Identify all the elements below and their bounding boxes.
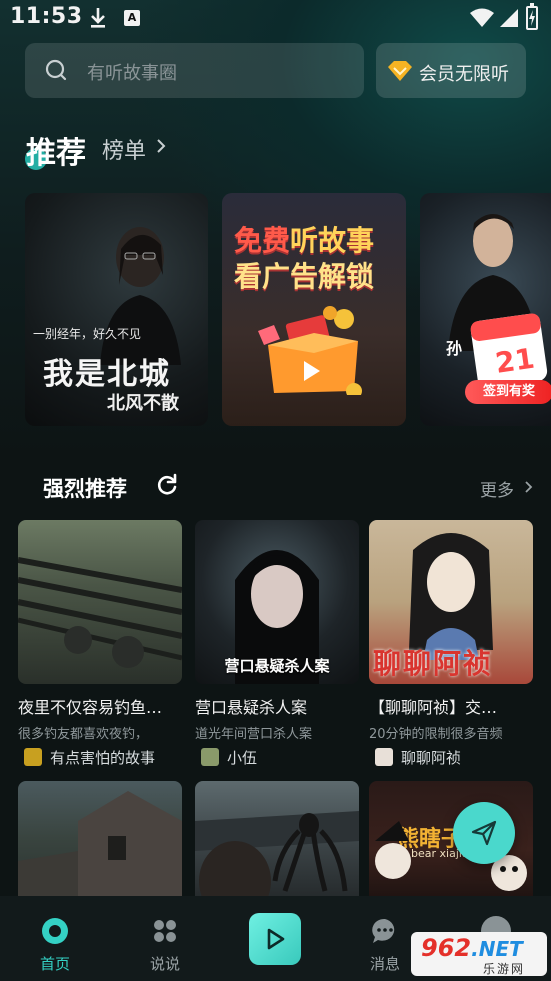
sign-in-badge: 签到有奖 — [465, 380, 551, 404]
nav-label: 说说 — [149, 955, 180, 973]
banner-char: 孙 — [446, 339, 463, 358]
banner-line2: 看广告解锁 — [234, 260, 375, 293]
calendar-day: 21 — [493, 342, 536, 380]
story-card[interactable]: 夜里不仅容易钓鱼… 很多钓友都喜欢夜钓， 有点害怕的故事 — [18, 520, 182, 767]
cover-caption: 聊聊阿祯 — [373, 647, 494, 680]
clover-icon — [154, 920, 176, 942]
message-icon — [372, 918, 395, 943]
story-cover: 聊聊阿祯 — [369, 520, 533, 684]
ruined-house-illustration — [18, 791, 182, 896]
banner-title: 我是北城 — [43, 357, 171, 392]
nav-label: 首页 — [39, 955, 70, 973]
search-bar[interactable]: 有听故事圈 — [25, 43, 364, 98]
vip-button[interactable]: 会员无限听 — [376, 43, 526, 98]
story-title: 夜里不仅容易钓鱼… — [18, 698, 163, 717]
story-author[interactable]: 小伍 — [195, 747, 359, 767]
avatar — [201, 748, 219, 766]
chevron-right-icon — [157, 139, 166, 153]
status-bar: 11:53 A — [0, 0, 551, 38]
banner-caption: 一别经年，好久不见 — [33, 327, 142, 341]
site-watermark: 962.NET 乐游网 — [411, 932, 547, 976]
story-desc: 道光年间营口杀人案 — [195, 727, 313, 742]
section-title: 强烈推荐 — [43, 477, 127, 501]
a-notification-icon: A — [124, 10, 140, 26]
tab-ranking[interactable]: 榜单 — [102, 133, 146, 165]
banner-beicheng[interactable]: 一别经年，好久不见 我是北城 北风不散 — [25, 193, 208, 426]
watermark-brand: 962.NET — [421, 934, 523, 962]
story-author[interactable]: 有点害怕的故事 — [18, 747, 182, 767]
diamond-icon — [388, 61, 412, 81]
refresh-icon[interactable] — [155, 473, 179, 497]
banner-line1: 免费听故事 — [234, 219, 374, 259]
nav-home[interactable]: 首页 — [15, 896, 95, 981]
story-author[interactable]: 聊聊阿祯 — [369, 747, 533, 767]
search-placeholder: 有听故事圈 — [87, 63, 177, 84]
nav-shuoshuo[interactable]: 说说 — [125, 896, 205, 981]
publish-button[interactable] — [453, 802, 515, 864]
play-icon — [267, 928, 285, 950]
banner-sign-in[interactable]: 孙 21 签到有奖 — [420, 193, 551, 426]
story-card[interactable]: 营口悬疑杀人案 营口悬疑杀人案 道光年间营口杀人案 小伍 — [195, 520, 359, 767]
person-silhouette — [100, 227, 181, 365]
battery-icon — [526, 3, 538, 30]
download-icon — [91, 8, 105, 28]
tab-recommend[interactable]: 推荐 — [26, 128, 86, 172]
more-link[interactable]: 更多 — [480, 476, 514, 501]
banner-line1-rest: 听故事 — [290, 224, 375, 257]
banner-free-word: 免费 — [234, 224, 291, 257]
status-time: 11:53 — [10, 4, 83, 29]
home-icon — [42, 918, 68, 944]
author-name: 聊聊阿祯 — [401, 749, 462, 767]
cover-caption: 营口悬疑杀人案 — [224, 657, 330, 675]
player-button[interactable] — [249, 913, 301, 965]
search-icon — [45, 59, 67, 81]
avatar — [24, 748, 42, 766]
author-name: 有点害怕的故事 — [50, 749, 156, 767]
story-title: 营口悬疑杀人案 — [195, 698, 308, 717]
octopus-ship-illustration — [195, 811, 359, 896]
wifi-icon — [470, 8, 494, 27]
banner-subtitle: 北风不散 — [107, 393, 179, 414]
story-cover: 营口悬疑杀人案 — [195, 520, 359, 684]
story-card[interactable] — [18, 781, 182, 896]
gift-box-play-icon — [258, 306, 362, 395]
fishing-rods-illustration — [18, 557, 182, 668]
send-icon — [471, 820, 497, 846]
author-name: 小伍 — [227, 749, 258, 767]
story-desc: 20分钟的限制很多音频 — [369, 727, 503, 742]
story-title: 【聊聊阿祯】交… — [369, 698, 498, 717]
signal-icon — [500, 9, 518, 27]
banner-free-listen[interactable]: 免费听故事 看广告解锁 — [222, 193, 406, 426]
avatar — [375, 748, 393, 766]
story-cover — [18, 520, 182, 684]
vip-label: 会员无限听 — [419, 64, 509, 85]
story-card[interactable] — [195, 781, 359, 896]
watermark-sub: 乐游网 — [483, 962, 526, 976]
story-desc: 很多钓友都喜欢夜钓， — [18, 727, 149, 742]
chevron-right-icon — [525, 481, 533, 493]
story-card[interactable]: 聊聊阿祯 【聊聊阿祯】交… 20分钟的限制很多音频 聊聊阿祯 — [369, 520, 533, 767]
